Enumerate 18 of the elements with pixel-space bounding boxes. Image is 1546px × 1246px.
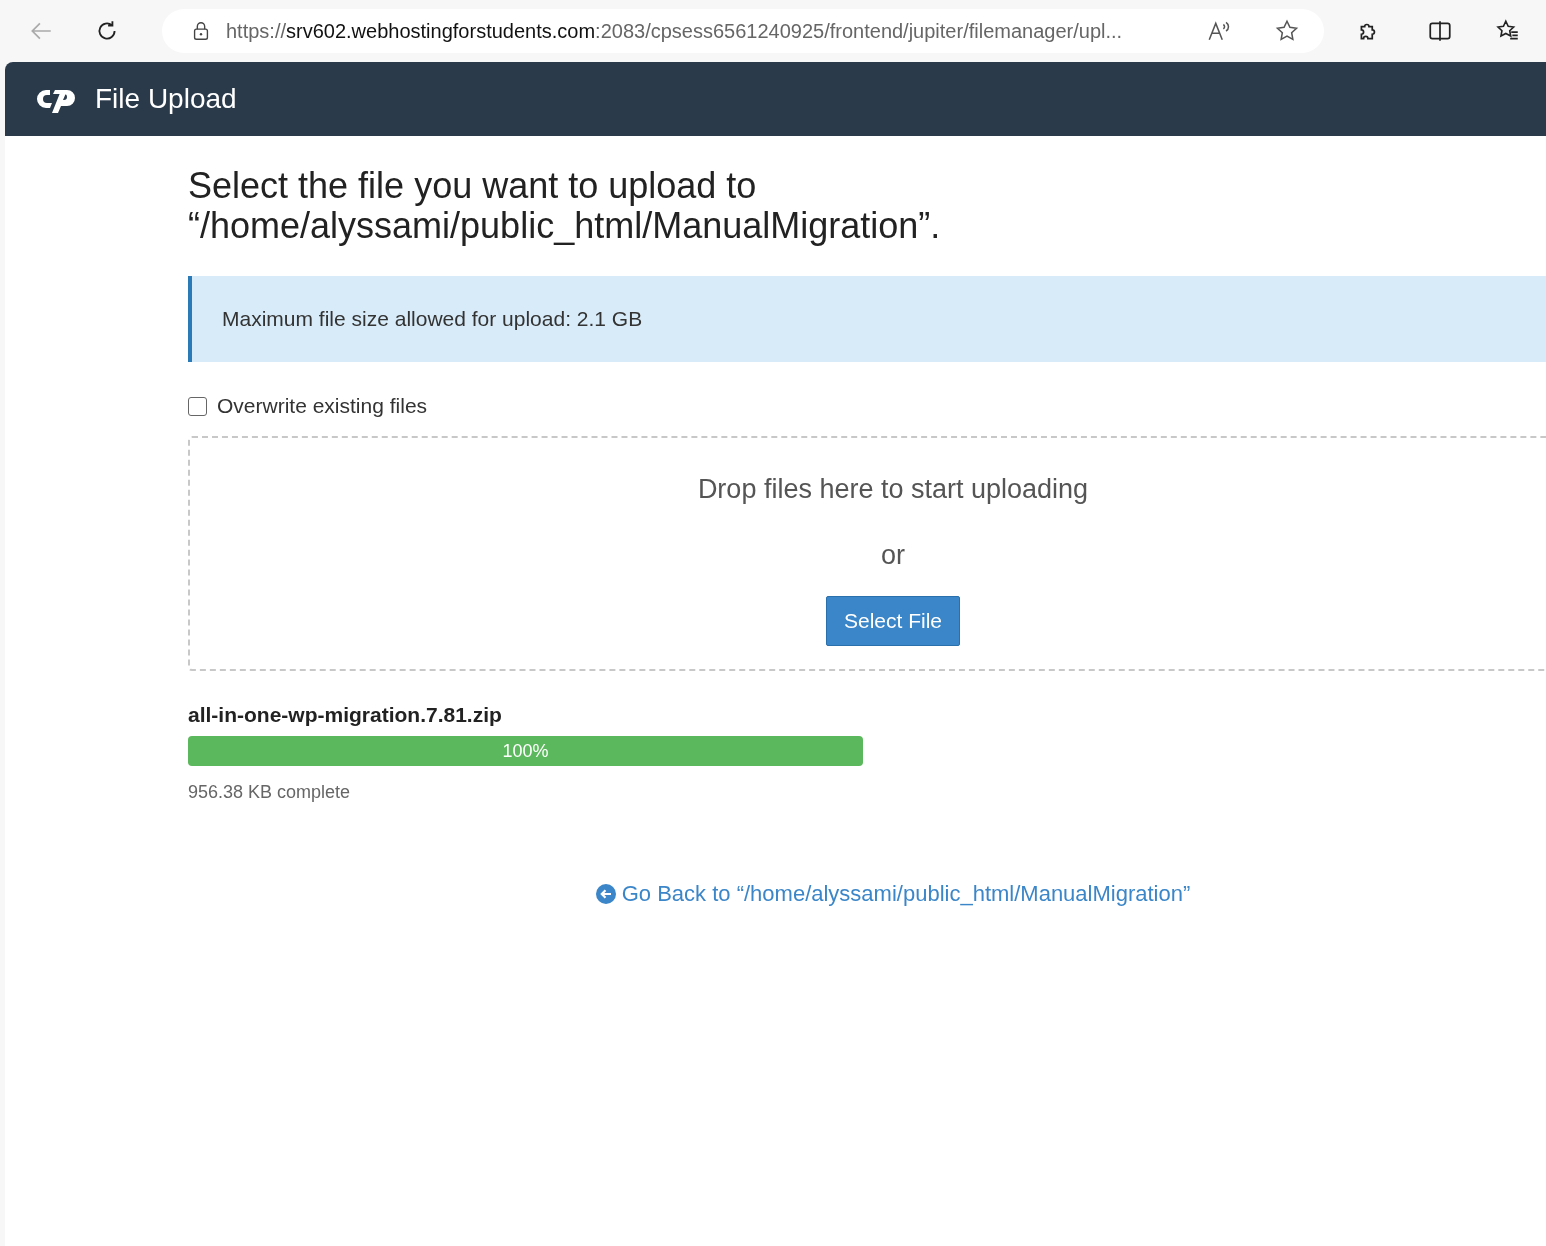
split-screen-icon[interactable] bbox=[1427, 18, 1453, 44]
star-icon[interactable] bbox=[1274, 18, 1300, 44]
or-text: or bbox=[881, 540, 905, 571]
progress-percent: 100% bbox=[501, 739, 550, 763]
address-bar[interactable]: https://srv602.webhostingforstudents.com:2083/cpsess6561240925/frontend/jupiter/filemanager/upl... bbox=[162, 9, 1324, 53]
drop-prompt: Drop files here to start uploading bbox=[697, 474, 1089, 505]
drop-zone[interactable]: Drop files here to start uploading or Select File bbox=[188, 436, 1546, 671]
checkbox[interactable] bbox=[188, 396, 207, 416]
go-back-link[interactable]: Go Back to “/home/alyssami/public_html/ManualMigration” bbox=[595, 881, 1191, 907]
url-text: https://srv602.webhostingforstudents.com:2083/cpsess6561240925/frontend/jupiter/filemanager/upl... bbox=[226, 19, 1123, 43]
upload-status: 956.38 KB complete bbox=[188, 782, 352, 803]
page-title: File Upload bbox=[95, 83, 237, 115]
file-size-notice: Maximum file size allowed for upload: 2.1 GB bbox=[188, 276, 1546, 362]
file-name: all-in-one-wp-migration.7.81.zip bbox=[188, 703, 503, 727]
select-file-button[interactable]: Select File bbox=[826, 596, 960, 646]
checkbox-label: Overwrite existing files bbox=[217, 394, 428, 418]
back-circle-icon bbox=[595, 884, 616, 904]
upload-heading: Select the file you want to upload to “/home/alyssami/public_html/ManualMigration”. bbox=[188, 166, 942, 246]
